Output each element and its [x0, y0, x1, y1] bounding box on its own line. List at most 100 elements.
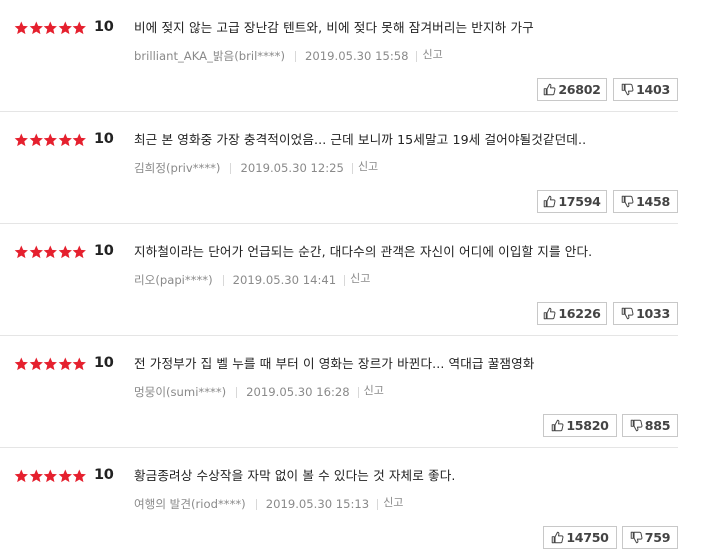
star-icon: [14, 357, 29, 371]
review-text: 전 가정부가 집 벨 누를 때 부터 이 영화는 장르가 바뀐다... 역대급 …: [134, 356, 535, 371]
like-button[interactable]: 14750: [543, 526, 617, 549]
review-score: 10: [94, 19, 114, 35]
review-text: 지하철이라는 단어가 언급되는 순간, 대다수의 관객은 자신이 어디에 이입할…: [134, 244, 593, 259]
star-icon: [72, 245, 87, 259]
like-button[interactable]: 17594: [537, 190, 607, 213]
meta-divider: [222, 274, 224, 286]
report-link[interactable]: 신고: [383, 494, 403, 510]
review-meta: 멍뭉이(sumi****) 2019.05.30 16:28 신고: [134, 384, 384, 400]
review-author: brilliant_AKA_밝음(bril****): [134, 49, 285, 63]
report-link[interactable]: 신고: [422, 46, 442, 62]
star-icon: [29, 133, 44, 147]
review-item: 10 황금종려상 수상작을 자막 없이 볼 수 있다는 것 자체로 좋다. 여행의 …: [0, 448, 678, 560]
review-text: 최근 본 영화중 가장 충격적이었음... 근데 보니까 15세말고 19세 걸…: [134, 132, 587, 147]
meta-divider: [416, 50, 418, 62]
meta-divider: [255, 498, 257, 510]
star-icon: [14, 469, 29, 483]
star-rating: [14, 132, 87, 148]
star-icon: [14, 133, 29, 147]
meta-divider: [236, 386, 238, 398]
report-link[interactable]: 신고: [364, 382, 384, 398]
like-count: 17594: [558, 194, 601, 209]
review-list: 10 비에 젖지 않는 고급 장난감 텐트와, 비에 젖다 못해 잠겨버리는 반지…: [0, 0, 719, 560]
star-icon: [72, 357, 87, 371]
star-icon: [58, 357, 73, 371]
star-rating: [14, 244, 87, 260]
review-author: 김희정(priv****): [134, 161, 221, 175]
review-item: 10 전 가정부가 집 벨 누를 때 부터 이 영화는 장르가 바뀐다... 역대…: [0, 336, 678, 448]
star-icon: [72, 133, 87, 147]
star-icon: [14, 245, 29, 259]
thumbs-up-icon: [543, 307, 558, 320]
star-icon: [29, 245, 44, 259]
star-icon: [43, 21, 58, 35]
like-button[interactable]: 15820: [543, 414, 617, 437]
dislike-button[interactable]: 1458: [613, 190, 678, 213]
like-button[interactable]: 16226: [537, 302, 607, 325]
thumbs-up-icon: [543, 83, 558, 96]
star-icon: [58, 469, 73, 483]
star-rating: [14, 468, 87, 484]
star-icon: [58, 245, 73, 259]
dislike-count: 1403: [636, 82, 670, 97]
like-button[interactable]: 26802: [537, 78, 607, 101]
meta-divider: [351, 162, 353, 174]
review-date: 2019.05.30 12:25: [240, 161, 344, 175]
star-icon: [43, 245, 58, 259]
star-icon: [43, 133, 58, 147]
review-item: 10 비에 젖지 않는 고급 장난감 텐트와, 비에 젖다 못해 잠겨버리는 반지…: [0, 0, 678, 112]
thumbs-up-icon: [551, 531, 566, 544]
star-icon: [43, 357, 58, 371]
like-count: 26802: [558, 82, 601, 97]
star-icon: [72, 469, 87, 483]
thumbs-down-icon: [630, 531, 645, 544]
review-score: 10: [94, 467, 114, 483]
star-rating: [14, 356, 87, 372]
review-meta: 리오(papi****) 2019.05.30 14:41 신고: [134, 272, 370, 288]
review-meta: 여행의 발견(riod****) 2019.05.30 15:13 신고: [134, 496, 403, 512]
review-author: 여행의 발견(riod****): [134, 497, 246, 511]
report-link[interactable]: 신고: [358, 158, 378, 174]
review-meta: 김희정(priv****) 2019.05.30 12:25 신고: [134, 160, 378, 176]
star-icon: [72, 21, 87, 35]
like-count: 15820: [566, 418, 609, 433]
thumbs-down-icon: [621, 83, 636, 96]
thumbs-down-icon: [630, 419, 645, 432]
meta-divider: [230, 162, 232, 174]
review-date: 2019.05.30 16:28: [246, 385, 350, 399]
report-link[interactable]: 신고: [350, 270, 370, 286]
review-text: 비에 젖지 않는 고급 장난감 텐트와, 비에 젖다 못해 잠겨버리는 반지하 …: [134, 20, 534, 35]
review-score: 10: [94, 131, 114, 147]
thumbs-down-icon: [621, 307, 636, 320]
dislike-button[interactable]: 885: [622, 414, 678, 437]
dislike-button[interactable]: 1403: [613, 78, 678, 101]
review-item: 10 최근 본 영화중 가장 충격적이었음... 근데 보니까 15세말고 19세…: [0, 112, 678, 224]
dislike-count: 885: [644, 418, 671, 433]
dislike-count: 759: [644, 530, 671, 545]
dislike-count: 1458: [636, 194, 670, 209]
meta-divider: [295, 50, 296, 62]
star-icon: [58, 21, 73, 35]
dislike-button[interactable]: 1033: [613, 302, 678, 325]
meta-divider: [344, 274, 346, 286]
review-author: 멍뭉이(sumi****): [134, 385, 227, 399]
thumbs-down-icon: [621, 195, 636, 208]
thumbs-up-icon: [543, 195, 558, 208]
like-count: 14750: [566, 530, 609, 545]
star-icon: [14, 21, 29, 35]
review-date: 2019.05.30 15:58: [305, 49, 409, 63]
star-icon: [29, 357, 44, 371]
dislike-button[interactable]: 759: [622, 526, 678, 549]
review-author: 리오(papi****): [134, 273, 213, 287]
thumbs-up-icon: [551, 419, 566, 432]
star-icon: [29, 21, 44, 35]
like-count: 16226: [558, 306, 601, 321]
review-meta: brilliant_AKA_밝음(bril****) 2019.05.30 15:…: [134, 48, 443, 64]
star-icon: [58, 133, 73, 147]
dislike-count: 1033: [636, 306, 670, 321]
meta-divider: [357, 386, 359, 398]
review-date: 2019.05.30 14:41: [232, 273, 337, 287]
review-text: 황금종려상 수상작을 자막 없이 볼 수 있다는 것 자체로 좋다.: [134, 468, 456, 483]
star-icon: [29, 469, 44, 483]
star-icon: [43, 469, 58, 483]
